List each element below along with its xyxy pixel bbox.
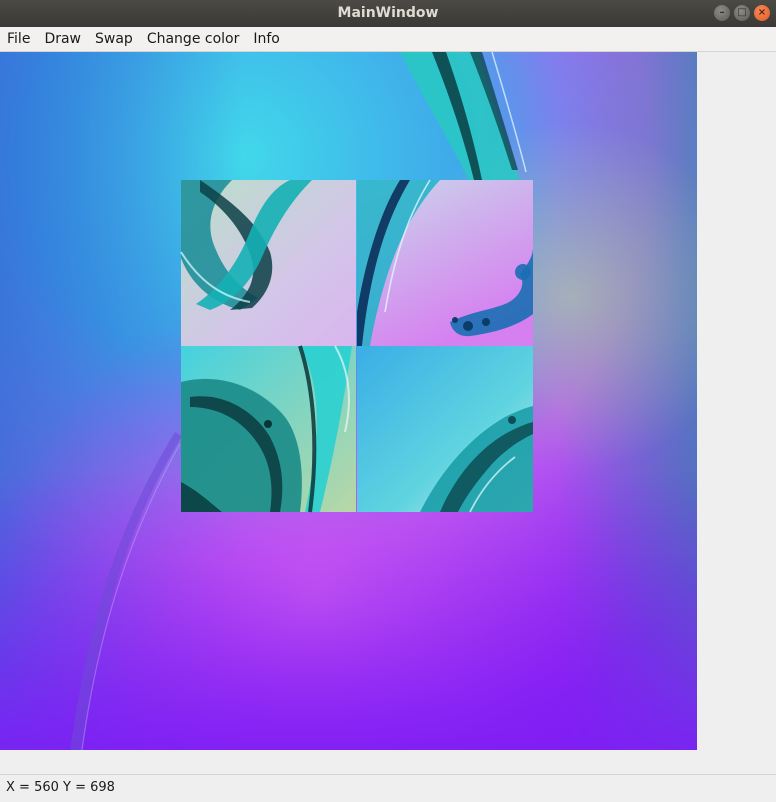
coordinates-readout: X = 560 Y = 698 [6, 780, 115, 795]
window-controls: – □ × [714, 5, 770, 21]
menu-swap[interactable]: Swap [88, 27, 140, 51]
tile-bottom-left [181, 345, 356, 513]
tile-bottom-right [357, 346, 533, 513]
close-icon[interactable]: × [754, 5, 770, 21]
tile-top-right [357, 179, 533, 346]
window-title: MainWindow [337, 5, 439, 21]
title-bar: MainWindow – □ × [0, 0, 776, 27]
drawing-canvas[interactable] [0, 52, 697, 750]
maximize-icon[interactable]: □ [734, 5, 750, 21]
status-bar: X = 560 Y = 698 [0, 774, 776, 802]
wallpaper-image [0, 52, 697, 750]
menu-file[interactable]: File [0, 27, 37, 51]
menu-info[interactable]: Info [246, 27, 287, 51]
menu-bar: File Draw Swap Change color Info [0, 27, 776, 52]
minimize-icon[interactable]: – [714, 5, 730, 21]
tile-top-left [180, 180, 356, 346]
menu-change-color[interactable]: Change color [140, 27, 247, 51]
menu-draw[interactable]: Draw [37, 27, 88, 51]
